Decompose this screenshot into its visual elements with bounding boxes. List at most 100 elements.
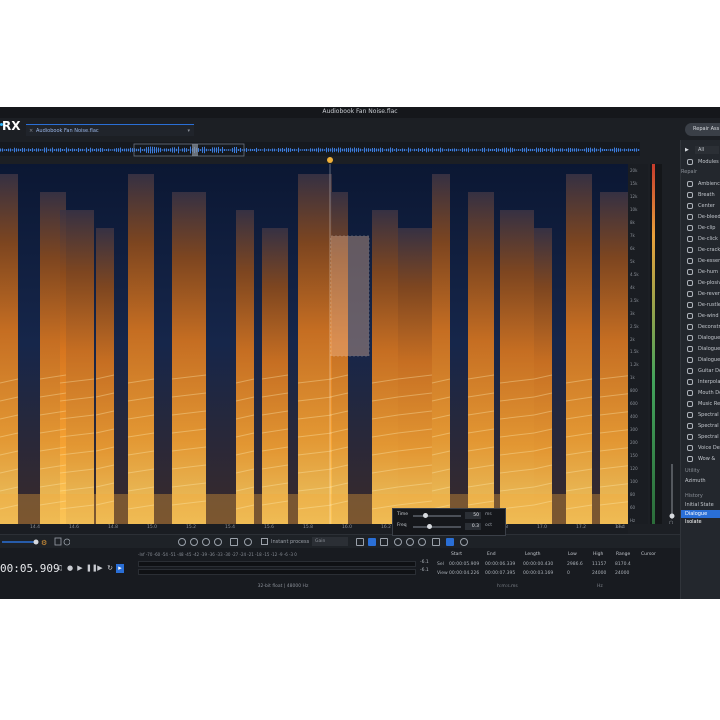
tab-menu-icon[interactable]: ▾: [187, 125, 190, 137]
sel-start[interactable]: 00:00:05.909: [449, 562, 479, 567]
file-tab[interactable]: × Audiobook Fan Noise.flac ▾: [26, 124, 194, 136]
module-item[interactable]: De-clip: [681, 223, 720, 233]
module-item[interactable]: De-reverb: [681, 289, 720, 299]
view-low[interactable]: 0: [567, 571, 570, 576]
play-filter-icon[interactable]: ▶: [685, 145, 689, 155]
time-frequency-selection-icon[interactable]: [368, 538, 376, 546]
freq-slider[interactable]: [413, 524, 461, 529]
time-slider-knob[interactable]: [423, 513, 428, 518]
playhead-marker[interactable]: [327, 157, 333, 163]
spectrogram-display[interactable]: [0, 164, 628, 524]
waveform-overview[interactable]: [0, 142, 640, 157]
harmonic-selection-icon[interactable]: [432, 538, 440, 546]
frequency-selection-icon[interactable]: [380, 538, 388, 546]
sel-range[interactable]: 8170.4: [615, 562, 631, 567]
repair-assistant-button[interactable]: Repair Ass: [685, 123, 720, 136]
hand-tool-icon[interactable]: [230, 538, 238, 546]
module-item[interactable]: De-esser: [681, 256, 720, 266]
loop-icon[interactable]: ↻: [106, 564, 114, 573]
module-item[interactable]: Music Rebal: [681, 399, 720, 409]
sel-length[interactable]: 00:00:00.430: [523, 562, 553, 567]
module-item[interactable]: De-wind: [681, 311, 720, 321]
col-low: Low: [568, 552, 577, 557]
magic-wand-icon[interactable]: [418, 538, 426, 546]
module-item[interactable]: Dialogue: [681, 333, 720, 343]
module-item[interactable]: De-plosive: [681, 278, 720, 288]
find-similar-icon[interactable]: [460, 538, 468, 546]
view-range[interactable]: 24000: [615, 571, 629, 576]
brush-icon[interactable]: [406, 538, 414, 546]
module-icon: [687, 434, 693, 440]
module-item[interactable]: De-bleed: [681, 212, 720, 222]
module-filter[interactable]: ▶ All: [681, 145, 720, 155]
module-item[interactable]: Spectral: [681, 410, 720, 420]
module-item[interactable]: De-hum: [681, 267, 720, 277]
history-item-active[interactable]: Dialogue Isolate: [681, 510, 720, 525]
time-value[interactable]: 50: [465, 512, 481, 519]
module-item[interactable]: Spectral: [681, 432, 720, 442]
vertical-zoom-slider[interactable]: ○: [667, 164, 677, 526]
pause-icon[interactable]: ❚❚: [86, 564, 98, 573]
repair-header: Repair: [681, 169, 698, 175]
follow-playhead-icon[interactable]: ▸: [116, 564, 124, 573]
module-item[interactable]: De-crackle: [681, 245, 720, 255]
module-item[interactable]: Deconstruct: [681, 322, 720, 332]
module-item[interactable]: De-rustle: [681, 300, 720, 310]
freq-unit: oct: [485, 523, 492, 528]
zoom-selection-icon[interactable]: [202, 538, 210, 546]
instant-process-checkbox[interactable]: [261, 538, 268, 545]
module-item[interactable]: Ambience: [681, 179, 720, 189]
play-selection-icon[interactable]: ▶: [96, 564, 104, 573]
record-icon[interactable]: ●: [66, 564, 74, 573]
module-item[interactable]: Mouth De-: [681, 388, 720, 398]
sel-end[interactable]: 00:00:06.339: [485, 562, 515, 567]
tab-close-icon[interactable]: ×: [29, 125, 33, 137]
gain-select[interactable]: Gain: [312, 537, 348, 546]
history-item[interactable]: Initial State: [681, 500, 720, 510]
module-item[interactable]: Dialogue: [681, 344, 720, 354]
view-end[interactable]: 00:00:07.395: [485, 571, 515, 576]
module-label: De-wind: [698, 313, 719, 319]
view-start[interactable]: 00:00:04.226: [449, 571, 479, 576]
time-selection-icon[interactable]: [356, 538, 364, 546]
sel-high[interactable]: 11157: [592, 562, 606, 567]
module-item[interactable]: De-click: [681, 234, 720, 244]
module-icon: [687, 225, 693, 231]
freq-tick: 800: [630, 388, 638, 394]
time-tick: sec: [616, 525, 624, 530]
horizontal-zoom-slider[interactable]: ⚙: [0, 535, 70, 549]
headphones-icon[interactable]: ♫: [56, 564, 64, 573]
time-unit: ms: [485, 512, 492, 517]
lasso-icon[interactable]: [394, 538, 402, 546]
module-item[interactable]: Dialogue: [681, 355, 720, 365]
time-slider[interactable]: [413, 513, 461, 518]
module-item[interactable]: Spectral: [681, 421, 720, 431]
module-icon: [687, 247, 693, 253]
module-item[interactable]: Interpolate: [681, 377, 720, 387]
zoom-out-icon[interactable]: [190, 538, 198, 546]
zoom-tool-icon[interactable]: [244, 538, 252, 546]
module-label: De-esser: [698, 258, 720, 264]
freq-unit-label: Hz: [597, 584, 603, 589]
instant-process-toggle[interactable]: Instant process: [261, 538, 309, 545]
module-item[interactable]: Voice De-: [681, 443, 720, 453]
view-high[interactable]: 24000: [592, 571, 606, 576]
zoom-fit-icon[interactable]: [214, 538, 222, 546]
freq-tick: 150: [630, 453, 638, 459]
zoom-in-icon[interactable]: [178, 538, 186, 546]
module-item[interactable]: Center: [681, 201, 720, 211]
module-item[interactable]: Breath: [681, 190, 720, 200]
time-tick: 14.4: [30, 525, 41, 530]
sel-low[interactable]: 2986.6: [567, 562, 583, 567]
module-icon: [687, 302, 693, 308]
view-length[interactable]: 00:00:03.169: [523, 571, 553, 576]
module-item[interactable]: Wow &: [681, 454, 720, 464]
module-item-azimuth[interactable]: Azimuth: [681, 476, 720, 486]
play-icon[interactable]: ▶: [76, 564, 84, 573]
freq-value[interactable]: 0.3: [465, 523, 481, 530]
freq-tick: 7k: [630, 232, 635, 238]
pen-tool-icon[interactable]: [446, 538, 454, 546]
module-item[interactable]: Guitar De-: [681, 366, 720, 376]
filter-select[interactable]: All: [695, 146, 719, 154]
freq-slider-knob[interactable]: [427, 524, 432, 529]
